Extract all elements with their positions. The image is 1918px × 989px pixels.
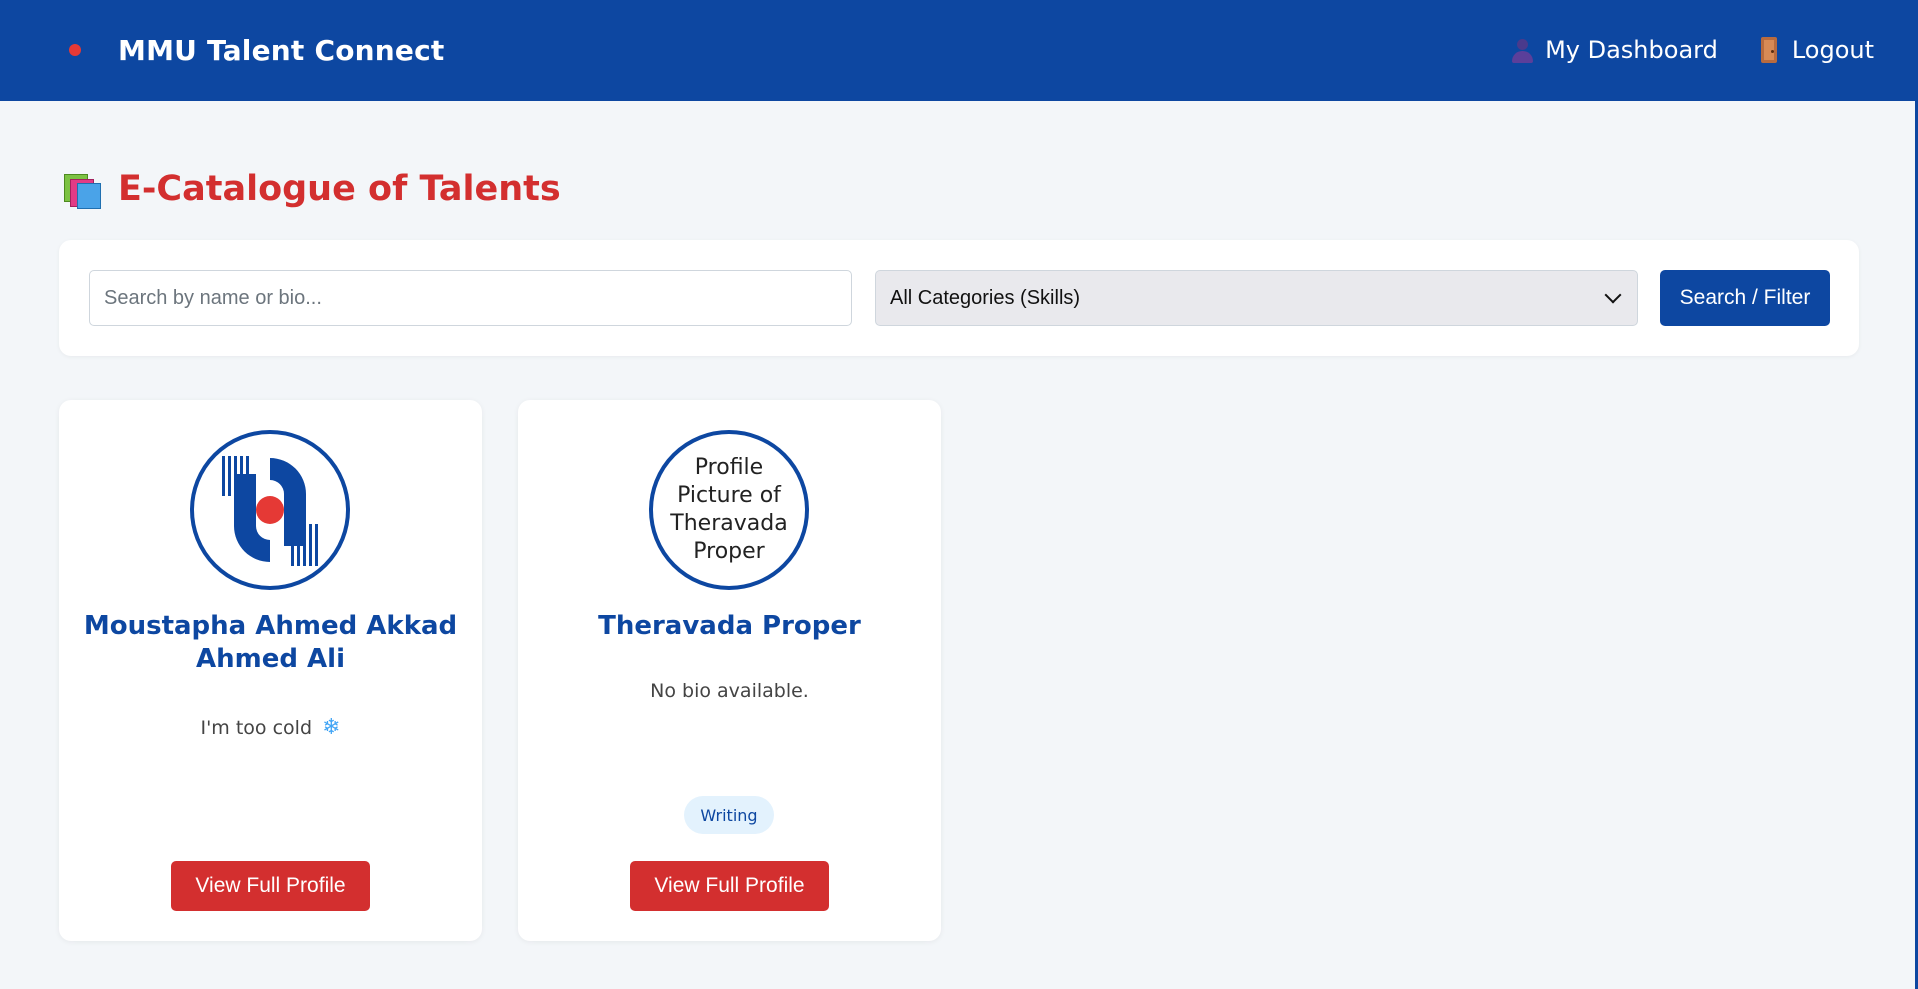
talent-card: Profile Picture of Theravada Proper Ther… bbox=[518, 400, 941, 941]
page-title-text: E-Catalogue of Talents bbox=[118, 169, 561, 209]
main-nav: My Dashboard Logout bbox=[1471, 30, 1874, 70]
filter-panel: All Categories (Skills) Search / Filter bbox=[59, 240, 1859, 356]
snowflake-icon: ❄ bbox=[322, 715, 341, 740]
avatar: Profile Picture of Theravada Proper bbox=[649, 430, 809, 590]
talent-bio: No bio available. bbox=[650, 680, 809, 702]
top-navbar: MMU Talent Connect My Dashboard Logout bbox=[0, 0, 1918, 101]
nav-link-dashboard[interactable]: My Dashboard bbox=[1511, 36, 1718, 64]
avatar bbox=[190, 430, 350, 590]
category-select[interactable]: All Categories (Skills) bbox=[875, 270, 1638, 326]
brand[interactable]: MMU Talent Connect bbox=[62, 30, 444, 70]
page-title: E-Catalogue of Talents bbox=[62, 166, 561, 212]
talent-name: Theravada Proper bbox=[598, 611, 861, 641]
skill-badge: Writing bbox=[684, 796, 774, 834]
view-full-profile-button[interactable]: View Full Profile bbox=[171, 861, 370, 911]
brand-title: MMU Talent Connect bbox=[118, 33, 445, 67]
talent-name: Moustapha Ahmed Akkad Ahmed Ali bbox=[83, 611, 458, 674]
nav-link-dashboard-label: My Dashboard bbox=[1545, 36, 1718, 64]
nav-link-logout[interactable]: Logout bbox=[1758, 36, 1874, 64]
search-filter-button[interactable]: Search / Filter bbox=[1660, 270, 1830, 326]
mmu-logo-image bbox=[222, 456, 318, 566]
nav-link-logout-label: Logout bbox=[1791, 36, 1874, 64]
user-icon bbox=[1511, 37, 1534, 63]
view-full-profile-button[interactable]: View Full Profile bbox=[630, 861, 829, 911]
chevron-down-icon bbox=[1604, 286, 1622, 304]
category-select-value: All Categories (Skills) bbox=[890, 286, 1081, 309]
avatar-alt-text: Profile Picture of Theravada Proper bbox=[670, 455, 788, 564]
talent-bio-text: I'm too cold bbox=[200, 717, 313, 739]
door-icon bbox=[1758, 37, 1780, 63]
search-input[interactable] bbox=[89, 270, 852, 326]
brand-logo-icon bbox=[62, 35, 92, 65]
talent-bio: I'm too cold ❄ bbox=[79, 715, 462, 740]
books-icon bbox=[62, 170, 102, 209]
talent-card: Moustapha Ahmed Akkad Ahmed Ali I'm too … bbox=[59, 400, 482, 941]
